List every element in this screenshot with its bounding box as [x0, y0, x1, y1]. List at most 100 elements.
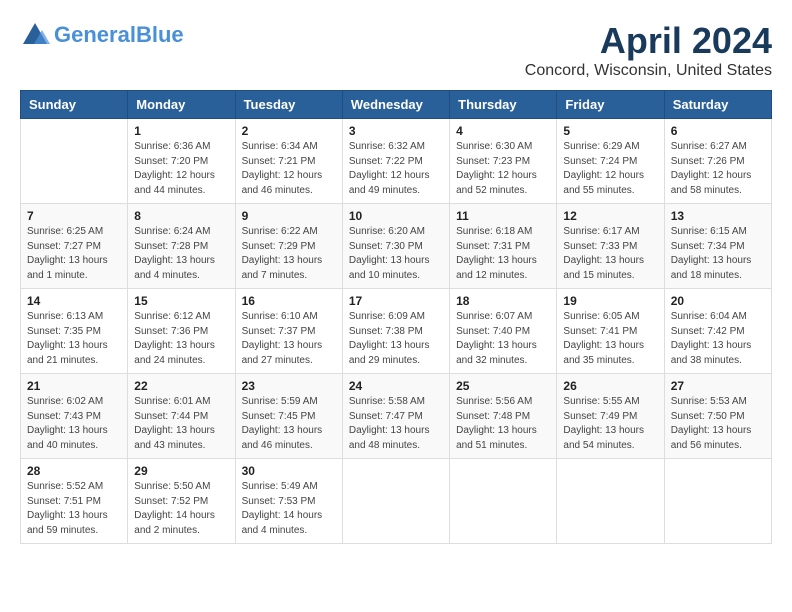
- calendar-week-row: 7 Sunrise: 6:25 AM Sunset: 7:27 PM Daylig…: [21, 204, 772, 289]
- day-info: Sunrise: 6:09 AM Sunset: 7:38 PM Dayligh…: [349, 310, 443, 368]
- day-info: Sunrise: 6:20 AM Sunset: 7:30 PM Dayligh…: [349, 225, 443, 283]
- day-number: 30: [242, 464, 336, 478]
- calendar-cell: 5Sunrise: 6:29 AM Sunset: 7:24 PM Daylig…: [557, 119, 664, 204]
- day-info: Sunrise: 6:10 AM Sunset: 7:37 PM Dayligh…: [242, 310, 336, 368]
- calendar-cell: 9 Sunrise: 6:22 AM Sunset: 7:29 PM Daylig…: [235, 204, 342, 289]
- calendar-cell: [450, 459, 557, 544]
- weekday-header-tuesday: Tuesday: [235, 91, 342, 119]
- weekday-header-thursday: Thursday: [450, 91, 557, 119]
- day-number: 28: [27, 464, 121, 478]
- day-info: Sunrise: 5:52 AM Sunset: 7:51 PM Dayligh…: [27, 480, 121, 538]
- day-number: 29: [134, 464, 228, 478]
- calendar-cell: 14 Sunrise: 6:13 AM Sunset: 7:35 PM Dayli…: [21, 289, 128, 374]
- day-number: 10: [349, 209, 443, 223]
- weekday-header-saturday: Saturday: [664, 91, 771, 119]
- calendar-cell: 16Sunrise: 6:10 AM Sunset: 7:37 PM Dayli…: [235, 289, 342, 374]
- calendar-table: SundayMondayTuesdayWednesdayThursdayFrid…: [20, 90, 772, 544]
- day-number: 25: [456, 379, 550, 393]
- day-number: 3: [349, 124, 443, 138]
- calendar-cell: 24 Sunrise: 5:58 AM Sunset: 7:47 PM Dayli…: [342, 374, 449, 459]
- day-number: 4: [456, 124, 550, 138]
- day-number: 5: [563, 124, 657, 138]
- day-number: 7: [27, 209, 121, 223]
- weekday-header-friday: Friday: [557, 91, 664, 119]
- calendar-cell: 30 Sunrise: 5:49 AM Sunset: 7:53 PM Dayli…: [235, 459, 342, 544]
- day-number: 11: [456, 209, 550, 223]
- day-info: Sunrise: 6:25 AM Sunset: 7:27 PM Dayligh…: [27, 225, 121, 283]
- day-number: 27: [671, 379, 765, 393]
- day-number: 24: [349, 379, 443, 393]
- day-info: Sunrise: 5:59 AM Sunset: 7:45 PM Dayligh…: [242, 395, 336, 453]
- calendar-cell: 29 Sunrise: 5:50 AM Sunset: 7:52 PM Dayli…: [128, 459, 235, 544]
- day-info: Sunrise: 6:01 AM Sunset: 7:44 PM Dayligh…: [134, 395, 228, 453]
- day-number: 14: [27, 294, 121, 308]
- header: GeneralBlue April 2024 Concord, Wisconsi…: [20, 20, 772, 80]
- calendar-cell: 13Sunrise: 6:15 AM Sunset: 7:34 PM Dayli…: [664, 204, 771, 289]
- calendar-cell: [557, 459, 664, 544]
- day-info: Sunrise: 6:17 AM Sunset: 7:33 PM Dayligh…: [563, 225, 657, 283]
- day-info: Sunrise: 6:07 AM Sunset: 7:40 PM Dayligh…: [456, 310, 550, 368]
- calendar-cell: 6Sunrise: 6:27 AM Sunset: 7:26 PM Daylig…: [664, 119, 771, 204]
- day-number: 26: [563, 379, 657, 393]
- day-info: Sunrise: 6:32 AM Sunset: 7:22 PM Dayligh…: [349, 140, 443, 198]
- calendar-cell: [21, 119, 128, 204]
- day-info: Sunrise: 5:49 AM Sunset: 7:53 PM Dayligh…: [242, 480, 336, 538]
- day-number: 22: [134, 379, 228, 393]
- calendar-cell: 25 Sunrise: 5:56 AM Sunset: 7:48 PM Dayli…: [450, 374, 557, 459]
- calendar-week-row: 1 Sunrise: 6:36 AM Sunset: 7:20 PM Daylig…: [21, 119, 772, 204]
- day-number: 21: [27, 379, 121, 393]
- day-info: Sunrise: 6:24 AM Sunset: 7:28 PM Dayligh…: [134, 225, 228, 283]
- calendar-cell: 4 Sunrise: 6:30 AM Sunset: 7:23 PM Daylig…: [450, 119, 557, 204]
- logo: GeneralBlue: [20, 20, 184, 50]
- calendar-cell: 3 Sunrise: 6:32 AM Sunset: 7:22 PM Daylig…: [342, 119, 449, 204]
- calendar-cell: 12 Sunrise: 6:17 AM Sunset: 7:33 PM Dayli…: [557, 204, 664, 289]
- weekday-header-monday: Monday: [128, 91, 235, 119]
- calendar-cell: 10 Sunrise: 6:20 AM Sunset: 7:30 PM Dayli…: [342, 204, 449, 289]
- day-number: 6: [671, 124, 765, 138]
- day-number: 20: [671, 294, 765, 308]
- calendar-cell: 23 Sunrise: 5:59 AM Sunset: 7:45 PM Dayli…: [235, 374, 342, 459]
- day-number: 1: [134, 124, 228, 138]
- calendar-cell: 15Sunrise: 6:12 AM Sunset: 7:36 PM Dayli…: [128, 289, 235, 374]
- location-title: Concord, Wisconsin, United States: [525, 62, 772, 80]
- day-number: 23: [242, 379, 336, 393]
- day-info: Sunrise: 5:56 AM Sunset: 7:48 PM Dayligh…: [456, 395, 550, 453]
- calendar-cell: [342, 459, 449, 544]
- day-info: Sunrise: 6:36 AM Sunset: 7:20 PM Dayligh…: [134, 140, 228, 198]
- calendar-cell: 17 Sunrise: 6:09 AM Sunset: 7:38 PM Dayli…: [342, 289, 449, 374]
- day-info: Sunrise: 6:02 AM Sunset: 7:43 PM Dayligh…: [27, 395, 121, 453]
- calendar-week-row: 28 Sunrise: 5:52 AM Sunset: 7:51 PM Dayli…: [21, 459, 772, 544]
- calendar-cell: 11 Sunrise: 6:18 AM Sunset: 7:31 PM Dayli…: [450, 204, 557, 289]
- day-info: Sunrise: 6:22 AM Sunset: 7:29 PM Dayligh…: [242, 225, 336, 283]
- day-info: Sunrise: 6:04 AM Sunset: 7:42 PM Dayligh…: [671, 310, 765, 368]
- calendar-cell: 28 Sunrise: 5:52 AM Sunset: 7:51 PM Dayli…: [21, 459, 128, 544]
- day-info: Sunrise: 6:30 AM Sunset: 7:23 PM Dayligh…: [456, 140, 550, 198]
- title-area: April 2024 Concord, Wisconsin, United St…: [525, 20, 772, 80]
- calendar-cell: 27Sunrise: 5:53 AM Sunset: 7:50 PM Dayli…: [664, 374, 771, 459]
- calendar-cell: 18Sunrise: 6:07 AM Sunset: 7:40 PM Dayli…: [450, 289, 557, 374]
- day-info: Sunrise: 5:50 AM Sunset: 7:52 PM Dayligh…: [134, 480, 228, 538]
- logo-line1: General: [54, 22, 136, 47]
- weekday-header-sunday: Sunday: [21, 91, 128, 119]
- day-number: 17: [349, 294, 443, 308]
- calendar-cell: 8Sunrise: 6:24 AM Sunset: 7:28 PM Daylig…: [128, 204, 235, 289]
- calendar-cell: 20 Sunrise: 6:04 AM Sunset: 7:42 PM Dayli…: [664, 289, 771, 374]
- calendar-cell: 7 Sunrise: 6:25 AM Sunset: 7:27 PM Daylig…: [21, 204, 128, 289]
- day-info: Sunrise: 5:55 AM Sunset: 7:49 PM Dayligh…: [563, 395, 657, 453]
- calendar-week-row: 14 Sunrise: 6:13 AM Sunset: 7:35 PM Dayli…: [21, 289, 772, 374]
- day-info: Sunrise: 5:58 AM Sunset: 7:47 PM Dayligh…: [349, 395, 443, 453]
- day-number: 19: [563, 294, 657, 308]
- day-number: 9: [242, 209, 336, 223]
- day-number: 2: [242, 124, 336, 138]
- calendar-cell: 26 Sunrise: 5:55 AM Sunset: 7:49 PM Dayli…: [557, 374, 664, 459]
- day-number: 12: [563, 209, 657, 223]
- logo-icon: [20, 20, 50, 50]
- day-info: Sunrise: 6:18 AM Sunset: 7:31 PM Dayligh…: [456, 225, 550, 283]
- day-info: Sunrise: 6:13 AM Sunset: 7:35 PM Dayligh…: [27, 310, 121, 368]
- calendar-cell: [664, 459, 771, 544]
- weekday-header-row: SundayMondayTuesdayWednesdayThursdayFrid…: [21, 91, 772, 119]
- calendar-cell: 21 Sunrise: 6:02 AM Sunset: 7:43 PM Dayli…: [21, 374, 128, 459]
- logo-text: GeneralBlue: [54, 22, 184, 48]
- calendar-cell: 2Sunrise: 6:34 AM Sunset: 7:21 PM Daylig…: [235, 119, 342, 204]
- day-info: Sunrise: 6:05 AM Sunset: 7:41 PM Dayligh…: [563, 310, 657, 368]
